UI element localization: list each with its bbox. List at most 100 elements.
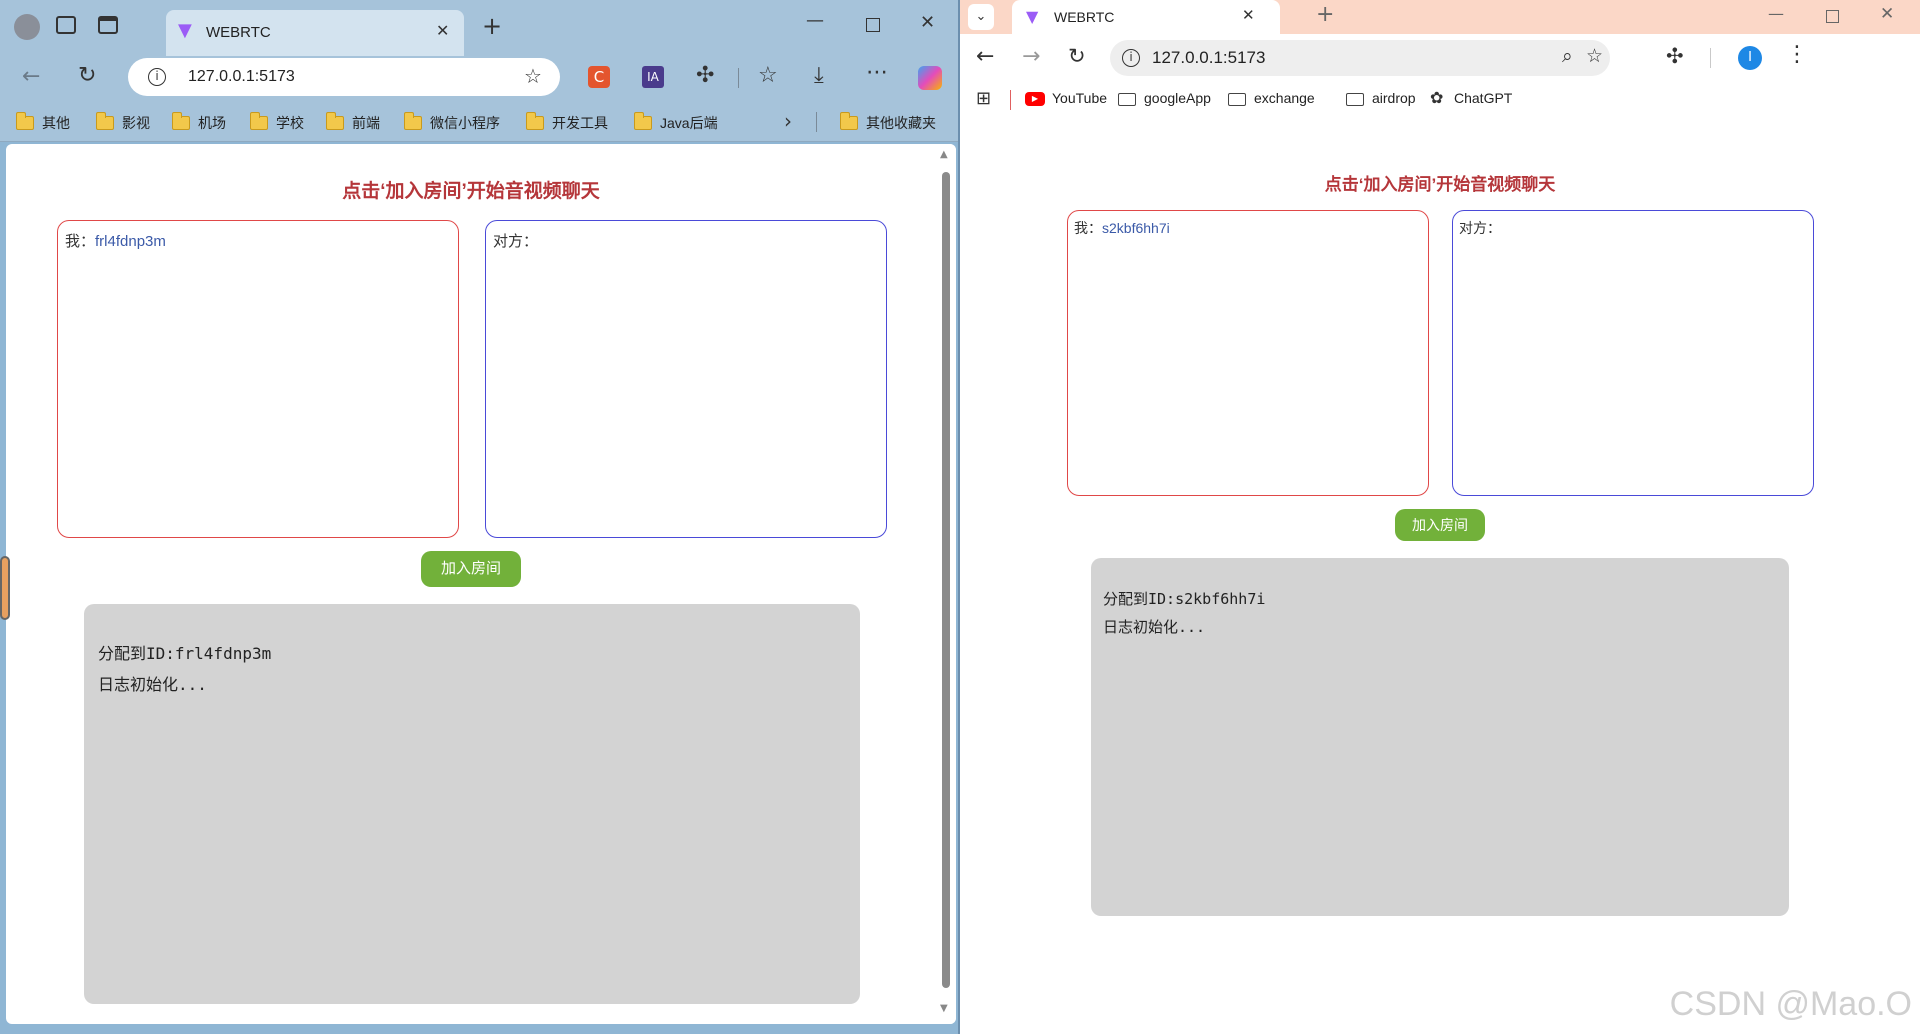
toolbar-separator — [738, 68, 739, 88]
log-panel: 分配到ID:s2kbf6hh7i 日志初始化... — [1091, 558, 1789, 916]
chatgpt-icon: ✿ — [1430, 88, 1444, 107]
edge-address-bar[interactable]: i 127.0.0.1:5173 ☆ — [128, 58, 560, 96]
bookmark-label: googleApp — [1144, 90, 1211, 106]
chevron-right-icon[interactable]: › — [784, 111, 792, 131]
local-id: frl4fdnp3m — [95, 233, 166, 250]
chrome-titlebar: ⌄ ▼ WEBRTC ✕ + — ✕ — [960, 0, 1920, 34]
more-icon[interactable]: ⋯ — [866, 62, 888, 84]
bookmark-label: 前端 — [352, 115, 380, 131]
maximize-icon[interactable] — [866, 18, 880, 32]
back-icon[interactable]: ← — [22, 66, 40, 88]
folder-icon — [250, 112, 268, 130]
copilot-icon[interactable] — [918, 66, 942, 90]
maximize-icon[interactable] — [1826, 10, 1839, 23]
ia-extension-icon[interactable]: IA — [642, 66, 664, 88]
minimize-icon[interactable]: — — [806, 12, 824, 30]
join-room-button[interactable]: 加入房间 — [421, 551, 521, 587]
reload-icon[interactable]: ↻ — [78, 65, 96, 87]
vite-logo-icon: ▼ — [1026, 7, 1039, 26]
scroll-up-icon[interactable]: ▲ — [940, 150, 948, 160]
local-video-box: 我：frl4fdnp3m — [57, 220, 459, 538]
scrollbar-track[interactable]: ▲ ▼ — [936, 144, 956, 1024]
toolbar-separator — [1710, 48, 1711, 68]
tab-search-icon[interactable]: ⌄ — [968, 4, 994, 30]
info-icon[interactable]: i — [1122, 49, 1140, 67]
folder-icon — [526, 112, 544, 130]
extension-icon[interactable]: ✣ — [696, 65, 714, 87]
folder-icon — [172, 112, 190, 130]
vite-logo-icon: ▼ — [178, 20, 192, 41]
chrome-tab-title: WEBRTC — [1054, 9, 1115, 25]
profile-icon[interactable] — [14, 14, 40, 40]
star-icon[interactable]: ☆ — [524, 66, 542, 86]
bookmarks-separator — [816, 112, 817, 132]
local-video-label: 我：frl4fdnp3m — [65, 230, 166, 251]
folder-icon — [96, 112, 114, 130]
remote-video-box: 对方： — [1452, 210, 1814, 496]
watermark: CSDN @Mao.O — [1669, 985, 1912, 1023]
bookmark-label: ChatGPT — [1454, 90, 1513, 106]
star-icon[interactable]: ☆ — [1586, 47, 1603, 66]
bookmark-label: exchange — [1254, 90, 1315, 106]
local-id: s2kbf6hh7i — [1102, 220, 1170, 236]
edge-window: ▼ WEBRTC ✕ + — ✕ ← ↻ i 127.0.0.1:5173 ☆ … — [0, 0, 960, 1034]
bookmark-label: 影视 — [122, 115, 150, 131]
bookmark-label: 微信小程序 — [430, 115, 500, 131]
more-icon[interactable]: ⋮ — [1786, 44, 1808, 66]
log-line: 分配到ID:frl4fdnp3m — [98, 644, 272, 663]
folder-icon — [1118, 93, 1136, 106]
close-icon[interactable]: ✕ — [920, 14, 935, 32]
tab-actions-icon[interactable] — [98, 16, 118, 34]
remote-video-box: 对方： — [485, 220, 887, 538]
page-title: 点击‘加入房间’开始音视频聊天 — [1324, 175, 1556, 194]
other-bookmarks-label: 其他收藏夹 — [866, 115, 936, 131]
chrome-window: ⌄ ▼ WEBRTC ✕ + — ✕ ← → ↻ i 127.0.0.1:517… — [960, 0, 1920, 1034]
bookmark-label: 其他 — [42, 115, 70, 131]
edge-bookmarks-bar: 其他 影视 机场 学校 前端 微信小程序 开发工具 Java后端 › 其他收藏夹 — [0, 102, 958, 142]
bookmark-label: 机场 — [198, 115, 226, 131]
bookmark-label: 学校 — [276, 115, 304, 131]
join-room-button[interactable]: 加入房间 — [1395, 509, 1485, 541]
plus-icon[interactable]: + — [1316, 4, 1334, 26]
info-icon[interactable]: i — [148, 68, 166, 86]
back-icon[interactable]: ← — [976, 46, 994, 68]
me-label: 我： — [65, 233, 96, 250]
remote-video-label: 对方： — [493, 233, 539, 250]
window-resize-handle[interactable] — [0, 556, 10, 620]
log-line: 分配到ID:s2kbf6hh7i — [1103, 590, 1266, 608]
chrome-address-bar[interactable]: i 127.0.0.1:5173 ⌕ ☆ — [1110, 40, 1610, 76]
edge-tab-active[interactable]: ▼ WEBRTC ✕ — [166, 10, 464, 56]
scroll-down-icon[interactable]: ▼ — [940, 1004, 948, 1014]
bookmark-label: airdrop — [1372, 90, 1416, 106]
profile-avatar[interactable]: I — [1738, 46, 1762, 70]
folder-icon — [1228, 93, 1246, 106]
bookmark-label: 开发工具 — [552, 115, 608, 131]
remote-video-label: 对方： — [1459, 220, 1501, 236]
reload-icon[interactable]: ↻ — [1068, 46, 1086, 67]
folder-icon — [326, 112, 344, 130]
download-icon[interactable]: ⤓ — [814, 65, 824, 87]
close-icon[interactable]: ✕ — [1880, 6, 1894, 23]
csdn-extension-icon[interactable]: C — [588, 66, 610, 88]
zoom-icon[interactable]: ⌕ — [1562, 47, 1573, 66]
local-video-label: 我：s2kbf6hh7i — [1074, 218, 1170, 238]
close-icon[interactable]: ✕ — [436, 23, 449, 39]
extension-icon[interactable]: ✣ — [1666, 46, 1684, 67]
close-icon[interactable]: ✕ — [1242, 8, 1255, 23]
edge-titlebar: ▼ WEBRTC ✕ + — ✕ — [0, 0, 958, 56]
page-title: 点击‘加入房间’开始音视频聊天 — [342, 181, 600, 202]
chrome-toolbar: ← → ↻ i 127.0.0.1:5173 ⌕ ☆ ✣ I ⋮ — [960, 34, 1920, 82]
workspaces-icon[interactable] — [56, 16, 76, 34]
bookmarks-separator — [1010, 90, 1011, 110]
apps-grid-icon[interactable]: ⊞ — [976, 90, 991, 108]
scrollbar-thumb[interactable] — [942, 172, 950, 988]
local-video-box: 我：s2kbf6hh7i — [1067, 210, 1429, 496]
edge-toolbar: ← ↻ i 127.0.0.1:5173 ☆ C IA ✣ ☆ ⤓ ⋯ — [0, 56, 958, 102]
plus-icon[interactable]: + — [482, 14, 502, 38]
folder-icon — [1346, 93, 1364, 106]
forward-icon[interactable]: → — [1022, 46, 1040, 68]
minimize-icon[interactable]: — — [1768, 6, 1784, 22]
favorites-icon[interactable]: ☆ — [758, 65, 778, 87]
chrome-bookmarks-bar: ⊞ ▶ YouTube googleApp exchange airdrop ✿ C… — [960, 82, 1920, 118]
chrome-tab-active[interactable]: ▼ WEBRTC ✕ — [1012, 0, 1280, 34]
